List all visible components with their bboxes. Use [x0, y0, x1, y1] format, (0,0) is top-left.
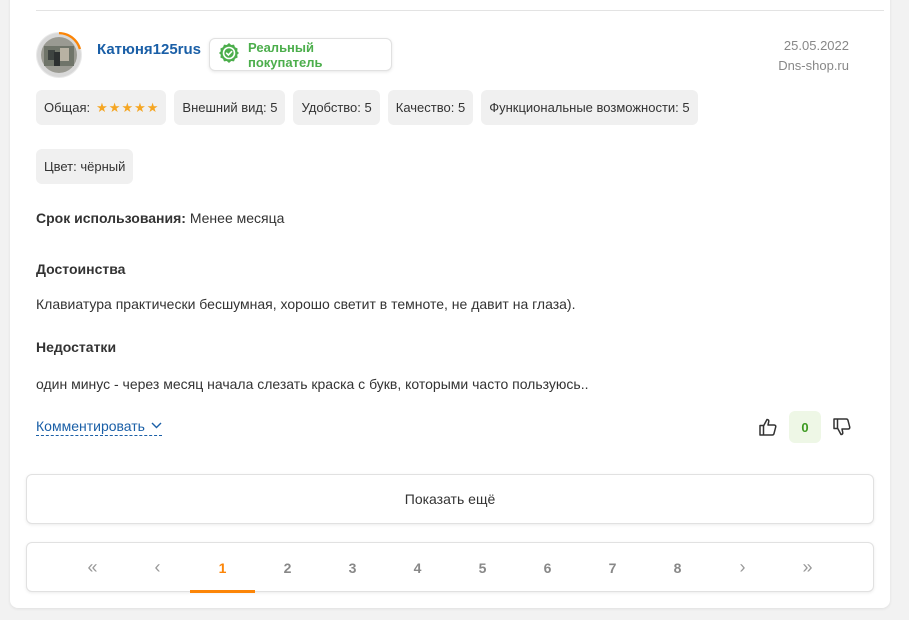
- show-more-button[interactable]: Показать ещё: [26, 474, 874, 524]
- check-circle-icon: [218, 42, 240, 67]
- star-icon: ★: [96, 99, 108, 115]
- star-icon: ★: [121, 99, 134, 115]
- page-button-1[interactable]: 1: [190, 543, 255, 593]
- usage-period: Срок использования: Менее месяца: [36, 210, 284, 226]
- rating-label: Функциональные возможности:: [489, 100, 679, 115]
- thumbs-down-icon[interactable]: [831, 416, 853, 438]
- rating-label: Внешний вид:: [182, 100, 267, 115]
- rating-value: 5: [364, 100, 372, 115]
- first-page-button[interactable]: «: [60, 543, 125, 592]
- pros-text: Клавиатура практически бесшумная, хорошо…: [36, 296, 576, 312]
- rating-chips: Общая: ★ ★ ★ ★ ★ Внешний вид: 5 Удобство…: [36, 90, 698, 125]
- star-icon: ★: [108, 99, 121, 115]
- last-page-button[interactable]: »: [775, 543, 840, 592]
- rating-label: Качество:: [395, 100, 455, 115]
- page-button-3[interactable]: 3: [320, 543, 385, 592]
- pagination: « ‹ 1 2 3 4 5 6 7 8 › »: [26, 542, 874, 593]
- review-meta: 25.05.2022 Dns-shop.ru: [778, 36, 849, 76]
- page-button-4[interactable]: 4: [385, 543, 450, 592]
- star-rating: ★ ★ ★ ★ ★: [96, 100, 158, 116]
- rating-label: Удобство:: [301, 100, 361, 115]
- page-button-5[interactable]: 5: [450, 543, 515, 592]
- rating-chip-appearance: Внешний вид: 5: [174, 90, 286, 125]
- color-chip: Цвет: чёрный: [36, 149, 134, 184]
- prev-page-button[interactable]: ‹: [125, 543, 190, 592]
- vote-count: 0: [789, 411, 821, 443]
- review-date: 25.05.2022: [783, 38, 849, 53]
- chevron-down-icon: [151, 420, 162, 432]
- cons-title: Недостатки: [36, 339, 117, 355]
- page-button-2[interactable]: 2: [255, 543, 320, 592]
- rating-value: 5: [270, 100, 278, 115]
- author-name[interactable]: Катюня125rus: [97, 41, 201, 58]
- rating-value: 5: [682, 100, 690, 115]
- usage-label: Срок использования:: [36, 210, 186, 226]
- pros-title: Достоинства: [36, 261, 126, 277]
- badge-label: Реальный покупатель: [248, 39, 323, 70]
- vote-controls: 0: [757, 411, 853, 443]
- page-button-8[interactable]: 8: [645, 543, 710, 592]
- real-buyer-badge: Реальный покупатель: [209, 38, 392, 71]
- usage-value: Менее месяца: [189, 210, 285, 226]
- star-icon: ★: [134, 99, 146, 115]
- next-page-button[interactable]: ›: [710, 543, 775, 592]
- rating-label: Общая:: [44, 100, 91, 115]
- comment-label: Комментировать: [36, 418, 145, 434]
- cons-text: один минус - через месяц начала слезать …: [36, 376, 589, 392]
- thumbs-up-icon[interactable]: [757, 416, 779, 438]
- page-button-6[interactable]: 6: [515, 543, 580, 592]
- page-button-7[interactable]: 7: [580, 543, 645, 592]
- rating-chip-quality: Качество: 5: [387, 90, 474, 125]
- divider: [36, 10, 884, 11]
- avatar[interactable]: [36, 32, 82, 78]
- review-source: Dns-shop.ru: [778, 58, 849, 73]
- comment-button[interactable]: Комментировать: [36, 418, 162, 436]
- star-icon: ★: [146, 99, 159, 115]
- rating-chip-convenience: Удобство: 5: [293, 90, 380, 125]
- rating-value: 5: [457, 100, 466, 115]
- rating-chip-features: Функциональные возможности: 5: [481, 90, 698, 125]
- rating-chip-overall: Общая: ★ ★ ★ ★ ★: [36, 90, 167, 125]
